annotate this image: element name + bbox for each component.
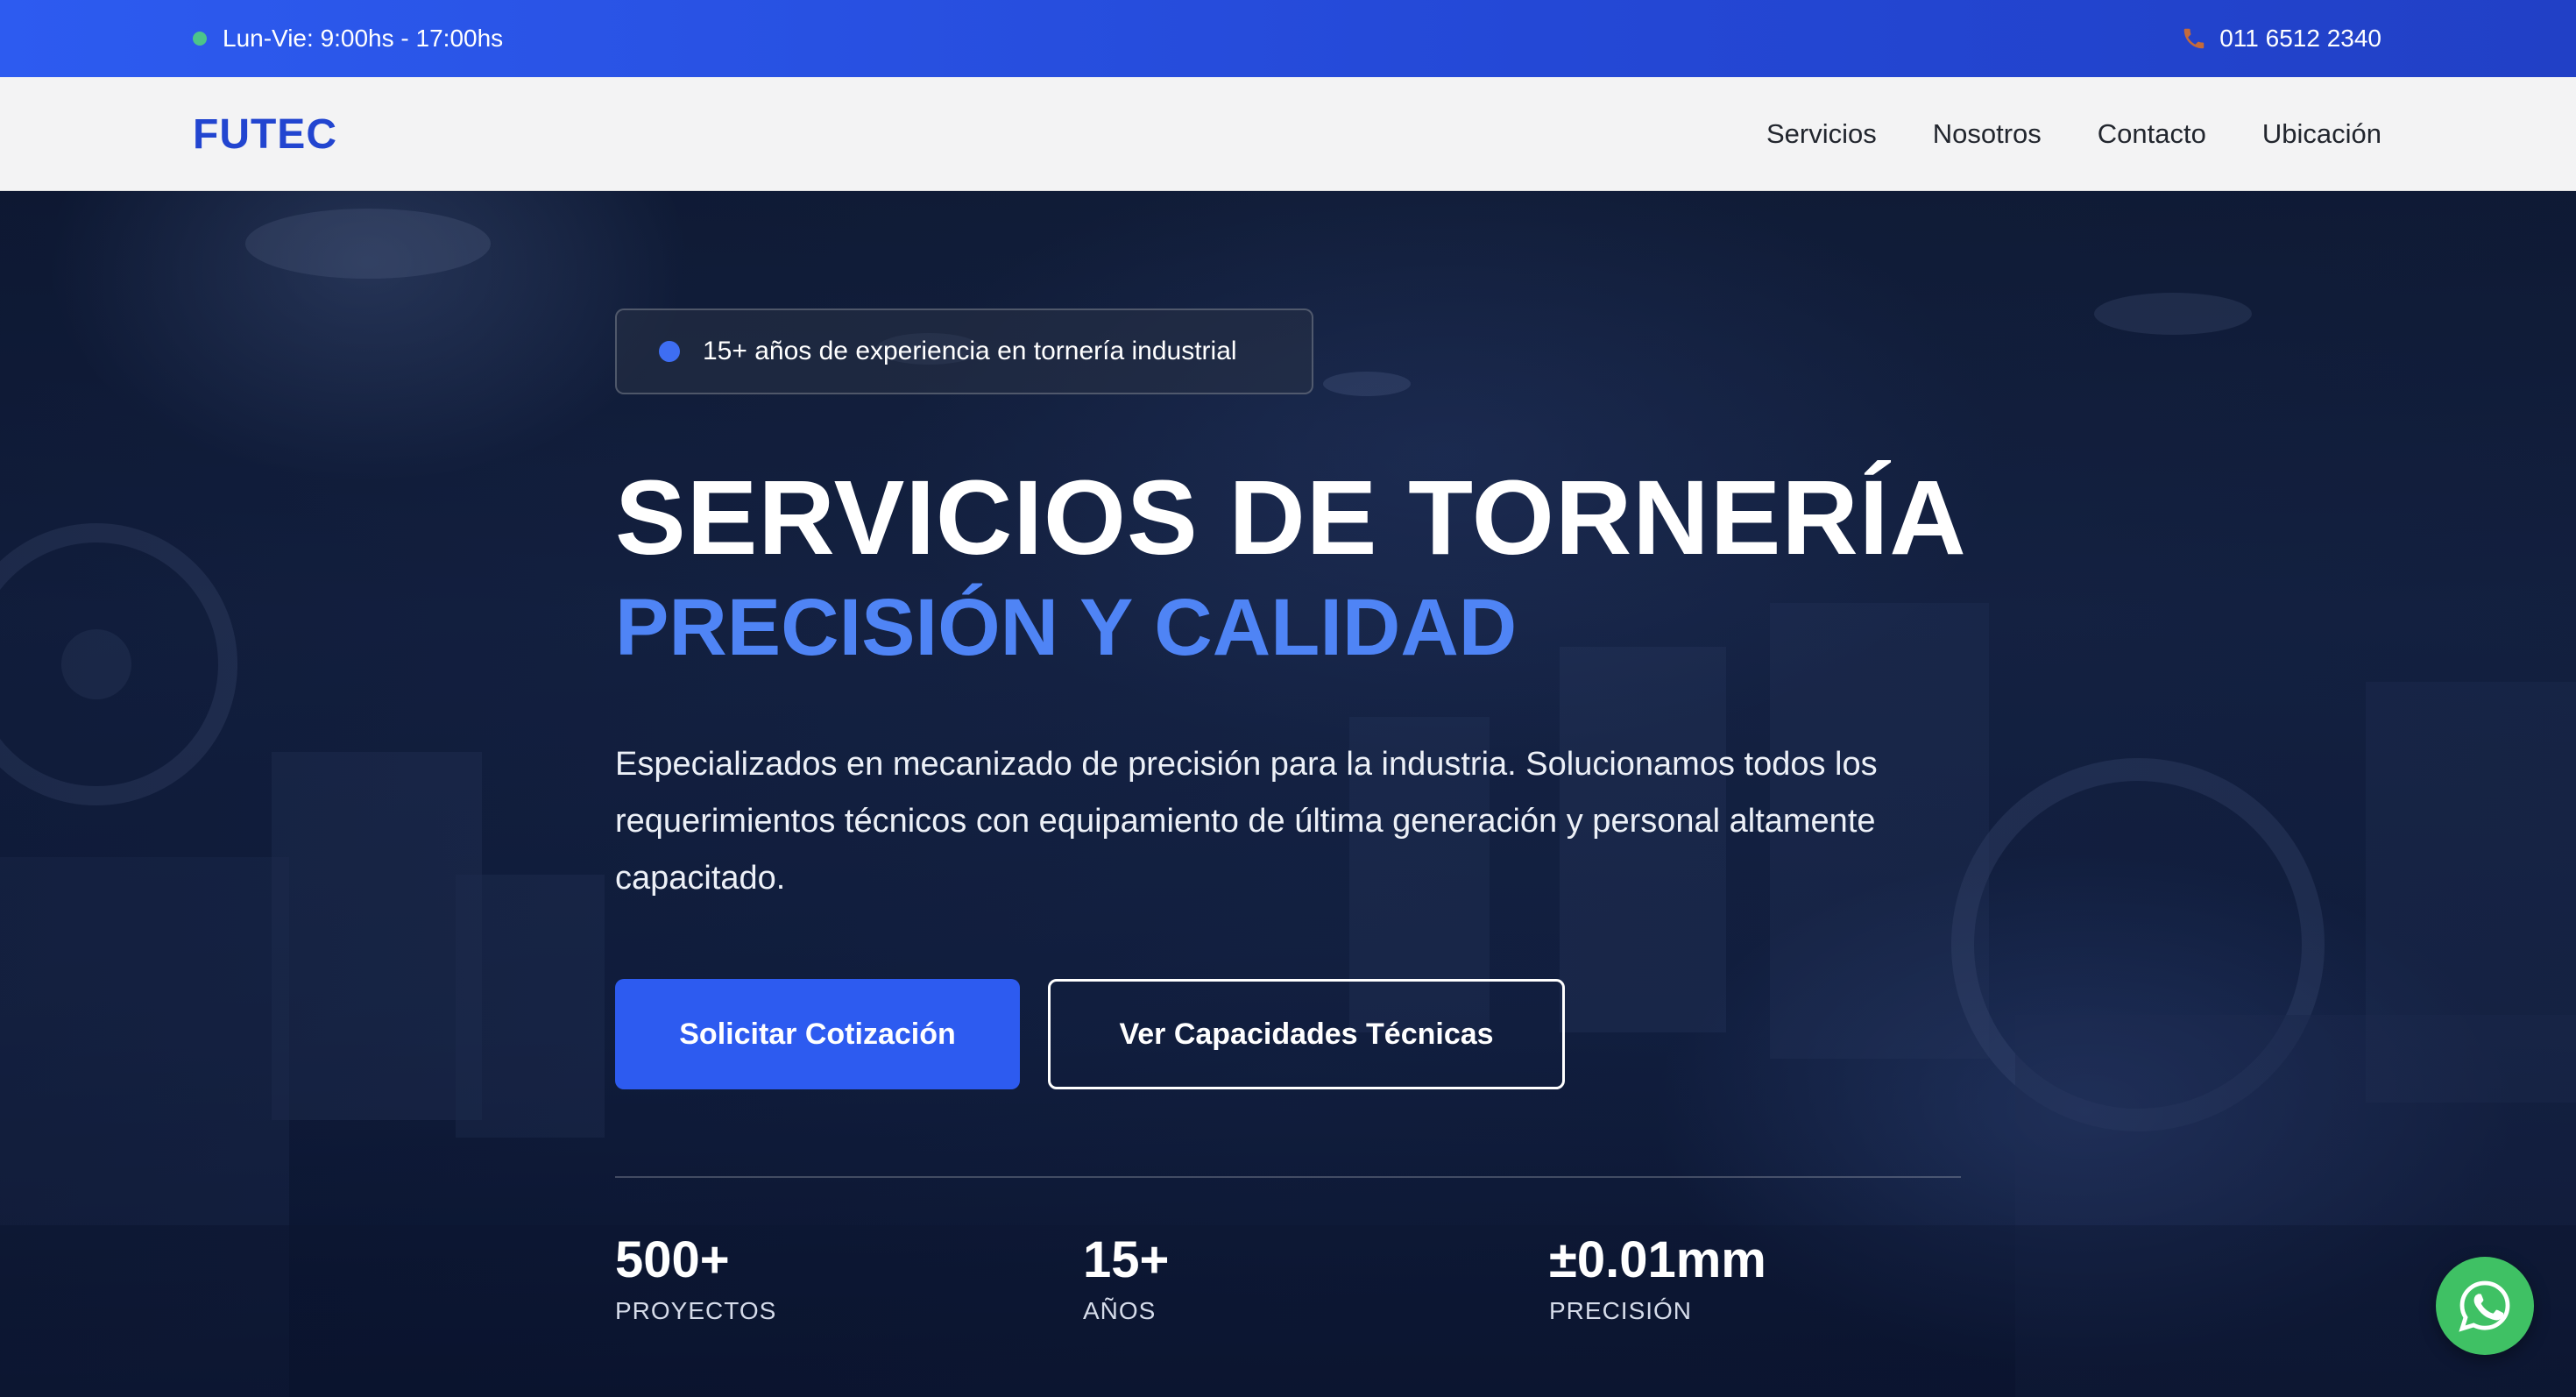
stat-years-value: 15+ (1083, 1231, 1170, 1288)
hero-description: Especializados en mecanizado de precisió… (615, 746, 1878, 897)
experience-badge-text: 15+ años de experiencia en tornería indu… (703, 337, 1237, 365)
nav-link-contacto[interactable]: Contacto (2098, 118, 2206, 150)
phone-contact[interactable]: 011 6512 2340 (2181, 0, 2381, 77)
nav-links: Servicios Nosotros Contacto Ubicación (1766, 77, 2381, 191)
nav-link-ubicacion[interactable]: Ubicación (2262, 118, 2381, 150)
blue-dot-icon (659, 341, 680, 362)
business-hours-text: Lun-Vie: 9:00hs - 17:00hs (223, 25, 504, 52)
green-dot-icon (193, 32, 207, 46)
stat-projects-value: 500+ (615, 1231, 730, 1288)
phone-number: 011 6512 2340 (2219, 25, 2381, 52)
top-info-bar: Lun-Vie: 9:00hs - 17:00hs 011 6512 2340 (0, 0, 2576, 77)
stat-projects: 500+ PROYECTOS (615, 1232, 776, 1325)
stat-years-label: AÑOS (1083, 1297, 1157, 1324)
nav-link-servicios[interactable]: Servicios (1766, 118, 1877, 150)
business-hours: Lun-Vie: 9:00hs - 17:00hs (193, 0, 503, 77)
phone-icon (2183, 28, 2204, 49)
brand-logo[interactable]: FUTEC (193, 77, 337, 191)
hero-section: 15+ años de experiencia en tornería indu… (0, 191, 2576, 1397)
stat-precision-value: ±0.01mm (1549, 1231, 1766, 1288)
main-navbar: FUTEC Servicios Nosotros Contacto Ubicac… (0, 77, 2576, 191)
nav-link-nosotros[interactable]: Nosotros (1933, 118, 2042, 150)
whatsapp-icon (2459, 1280, 2510, 1332)
technical-capabilities-button[interactable]: Ver Capacidades Técnicas (1048, 979, 1565, 1089)
stat-years: 15+ AÑOS (1083, 1232, 1169, 1325)
request-quote-button[interactable]: Solicitar Cotización (615, 979, 1020, 1089)
stat-precision: ±0.01mm PRECISIÓN (1549, 1232, 1766, 1325)
hero-subtitle: PRECISIÓN Y CALIDAD (615, 583, 1518, 672)
hero-title: SERVICIOS DE TORNERÍA (615, 457, 1967, 577)
experience-badge: 15+ años de experiencia en tornería indu… (615, 308, 1313, 394)
stats-divider (615, 1176, 1961, 1178)
stat-projects-label: PROYECTOS (615, 1297, 777, 1324)
whatsapp-button[interactable] (2436, 1257, 2534, 1355)
stat-precision-label: PRECISIÓN (1549, 1297, 1693, 1324)
